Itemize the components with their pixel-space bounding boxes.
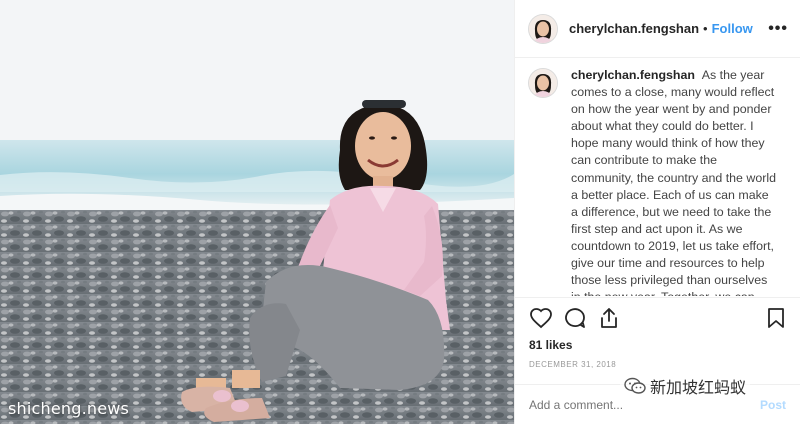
more-options-icon[interactable]: ••• [768, 20, 788, 38]
likes-count[interactable]: 81 likes [529, 338, 572, 352]
comment-icon[interactable] [563, 306, 587, 330]
post-actions [515, 297, 800, 338]
caption-section: cherylchan.fengshan As the year comes to… [515, 59, 800, 296]
wechat-watermark: 新加坡红蚂蚁 [620, 372, 751, 400]
heart-icon[interactable] [529, 306, 553, 330]
avatar-portrait-icon [529, 69, 557, 97]
caption-avatar[interactable] [529, 69, 557, 97]
separator-dot: • [703, 21, 708, 36]
post-header: cherylchan.fengshan • Follow ••• [515, 0, 800, 58]
beach-scene-illustration [0, 0, 514, 424]
caption-text: As the year comes to a close, many would… [571, 68, 777, 296]
share-icon[interactable] [597, 306, 621, 330]
bookmark-icon[interactable] [764, 306, 788, 330]
wechat-icon [624, 377, 646, 394]
post-sidebar: cherylchan.fengshan • Follow ••• cherylc… [514, 0, 800, 424]
avatar[interactable] [529, 14, 557, 43]
post-caption: cherylchan.fengshan As the year comes to… [571, 67, 776, 296]
caption-username-link[interactable]: cherylchan.fengshan [571, 68, 695, 82]
post-comment-button[interactable]: Post [760, 398, 786, 412]
follow-button[interactable]: Follow [712, 21, 753, 36]
post-date: DECEMBER 31, 2018 [529, 360, 617, 369]
post-photo[interactable]: shicheng.news [0, 0, 514, 424]
username-link[interactable]: cherylchan.fengshan [569, 21, 699, 36]
photo-watermark: shicheng.news [8, 399, 130, 418]
watermark-text: 新加坡红蚂蚁 [650, 378, 747, 397]
avatar-portrait-icon [529, 14, 557, 43]
